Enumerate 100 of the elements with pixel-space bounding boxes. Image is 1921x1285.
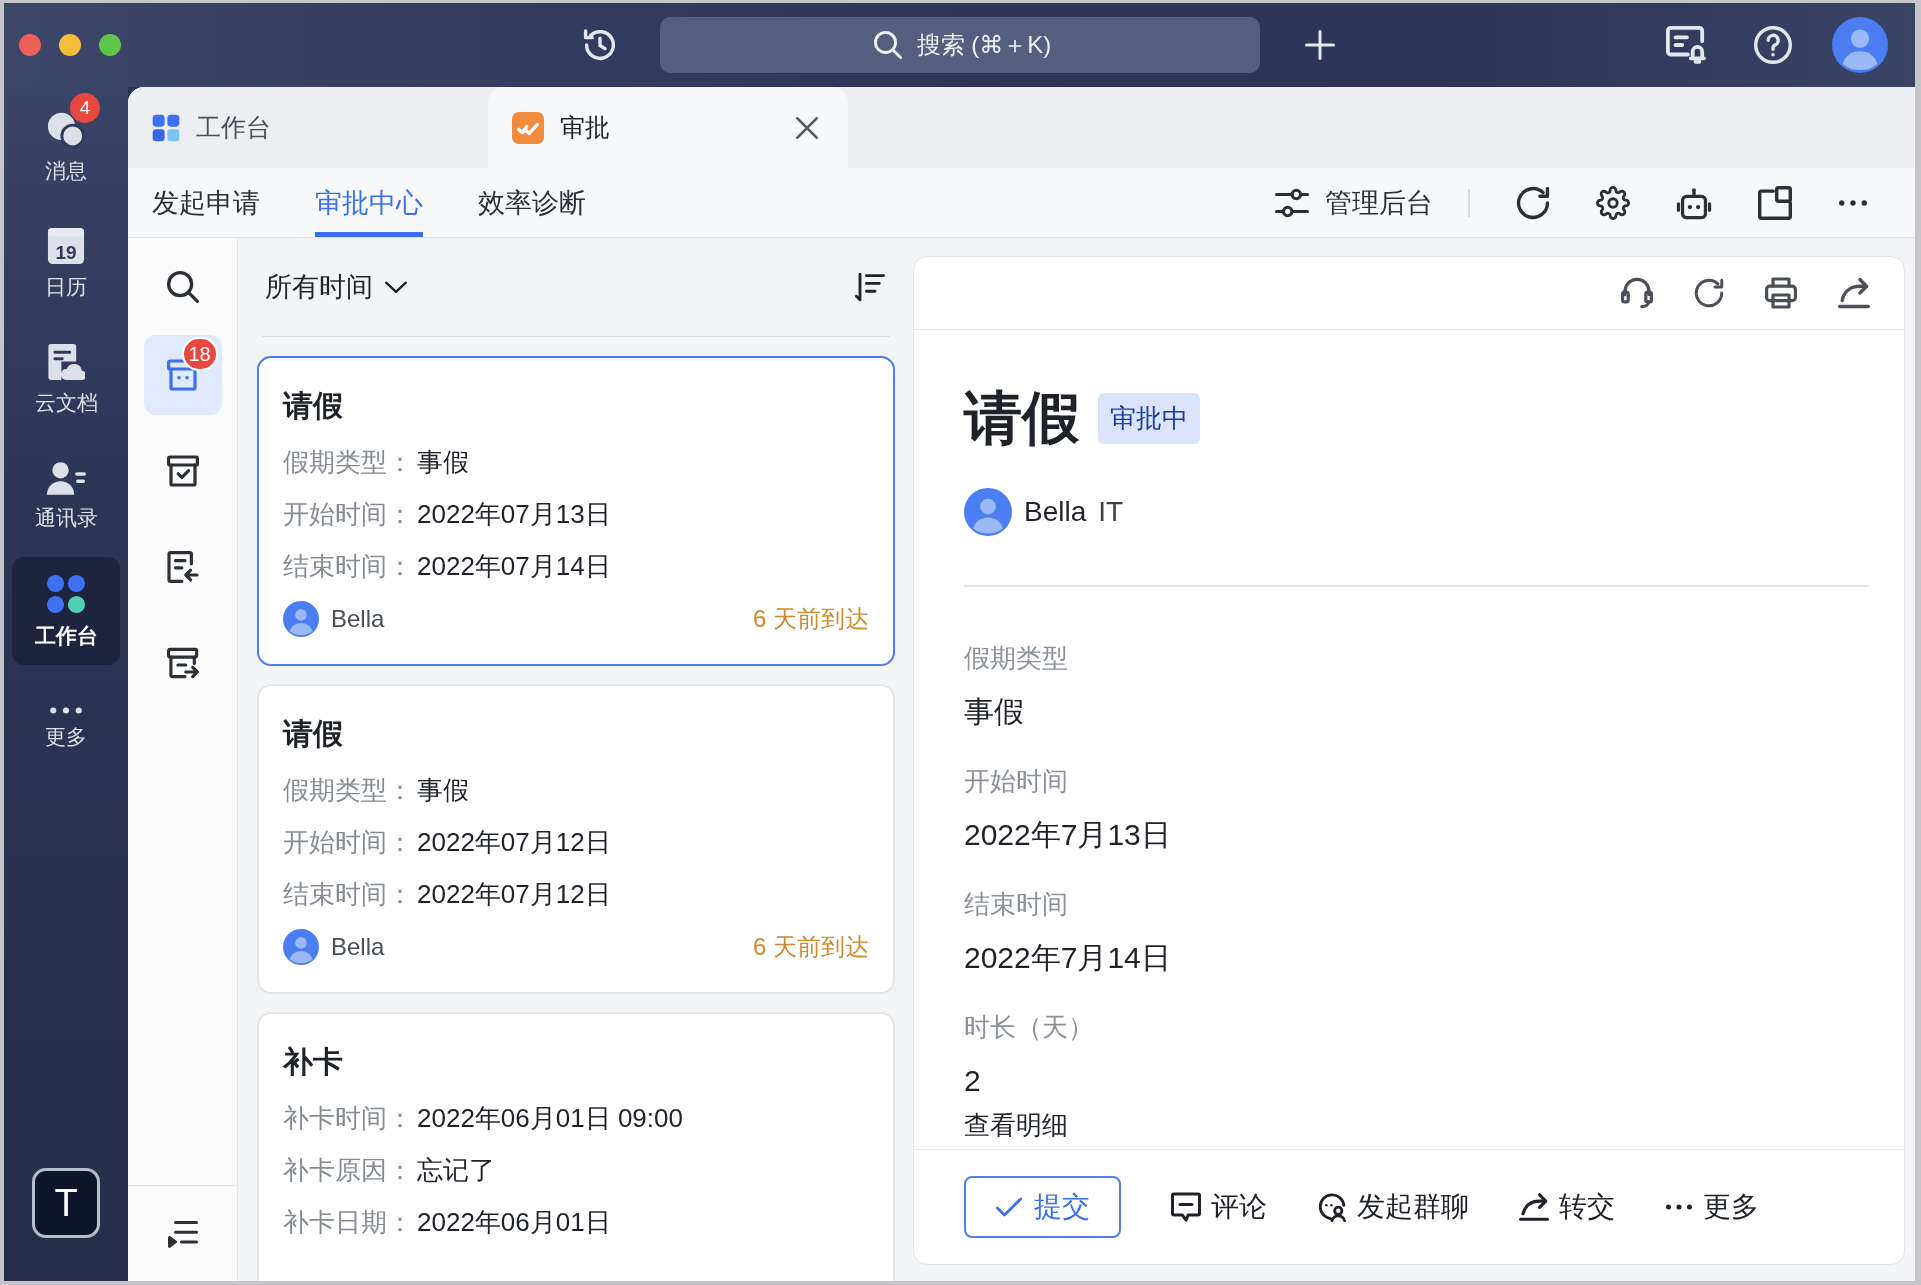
avatar-icon — [283, 601, 319, 637]
avatar-icon — [964, 488, 1012, 536]
bell-board-icon[interactable] — [1666, 25, 1706, 65]
document-arrow-icon — [166, 551, 199, 583]
field-label: 开始时间： — [283, 826, 413, 859]
sort-icon[interactable] — [855, 272, 885, 302]
history-icon[interactable] — [582, 27, 618, 63]
unread-count: 4 — [70, 93, 100, 123]
check-icon — [995, 1196, 1022, 1218]
maximize-window-button[interactable] — [99, 34, 121, 56]
field-value: 2022年7月14日 — [964, 940, 1171, 976]
close-icon[interactable] — [796, 116, 818, 139]
share-icon[interactable] — [1838, 277, 1870, 309]
chevron-down-icon — [385, 280, 407, 294]
field-label: 开始时间 — [964, 765, 1068, 798]
search-field[interactable]: 搜索 (⌘＋K) — [660, 17, 1260, 73]
field-value: 事假 — [417, 774, 469, 807]
refresh-icon[interactable] — [1694, 278, 1724, 308]
approval-card[interactable]: 补卡 补卡时间：2022年06月01日 09:00 补卡原因：忘记了 补卡日期：2022年06月01日 — [257, 1012, 895, 1281]
rail-item[interactable]: 云文档 — [12, 325, 120, 433]
field-label: 补卡日期： — [283, 1206, 413, 1239]
field-label: 时长（天） — [964, 1011, 1094, 1044]
field-value: 2022年07月12日 — [417, 878, 611, 911]
admin-console-button[interactable]: 管理后台 — [1275, 184, 1433, 221]
field-value: 2022年06月01日 09:00 — [417, 1102, 683, 1135]
field-value: 2022年07月13日 — [417, 498, 611, 531]
submitter-name: Bella — [331, 605, 385, 633]
field-label: 假期类型： — [283, 446, 413, 479]
nav-tab[interactable]: 发起申请 — [152, 168, 260, 237]
plus-icon[interactable] — [1305, 30, 1335, 60]
status-tag: 审批中 — [1098, 392, 1200, 444]
more-icon — [49, 705, 83, 715]
approval-card[interactable]: 请假 假期类型：事假 开始时间：2022年07月12日 结束时间：2022年07月12日 Bella 6 天前到达 — [257, 684, 895, 994]
arrival-time: 6 天前到达 — [753, 604, 869, 634]
search-icon — [874, 31, 902, 59]
contacts-icon — [46, 460, 86, 496]
app-tab[interactable]: 工作台 — [128, 87, 488, 168]
app-tab[interactable]: 审批 — [488, 87, 848, 168]
tenant-avatar[interactable]: T — [32, 1168, 100, 1238]
app-grid-icon — [46, 574, 86, 614]
applicant-name: Bella — [1024, 496, 1087, 528]
field-value: 事假 — [417, 446, 469, 479]
view-details-link[interactable]: 查看明细 — [964, 1108, 1068, 1142]
field-label: 补卡原因： — [283, 1154, 413, 1187]
printer-icon[interactable] — [1765, 277, 1797, 309]
arrival-time: 6 天前到达 — [753, 932, 869, 962]
box-arrow-icon — [166, 647, 199, 679]
field-label: 结束时间： — [283, 878, 413, 911]
field-label: 开始时间： — [283, 498, 413, 531]
comment-button[interactable]: 评论 — [1171, 1188, 1267, 1226]
field-label: 补卡时间： — [283, 1102, 413, 1135]
refresh-icon[interactable] — [1516, 185, 1550, 220]
field-value: 2022年7月13日 — [964, 817, 1171, 853]
archive-box-icon — [166, 359, 199, 391]
field-label: 结束时间 — [964, 888, 1068, 921]
field-label: 假期类型 — [964, 642, 1068, 675]
rail-item[interactable]: 19 日历 — [12, 209, 120, 317]
app-grid-icon — [152, 113, 180, 142]
split-window-icon[interactable] — [1758, 185, 1792, 220]
avatar-icon — [283, 929, 319, 965]
nav-tab[interactable]: 效率诊断 — [478, 168, 586, 237]
rail-item[interactable]: 通讯录 — [12, 441, 120, 549]
field-value: 2022年07月12日 — [417, 826, 611, 859]
rail-item[interactable]: 消息 4 — [12, 93, 120, 201]
settings-icon[interactable] — [1596, 185, 1630, 220]
help-icon[interactable] — [1754, 26, 1792, 64]
time-filter-dropdown[interactable]: 所有时间 — [265, 269, 407, 305]
approval-app-icon — [512, 111, 544, 144]
menu-icon[interactable] — [167, 1219, 198, 1248]
card-title: 请假 — [283, 388, 344, 424]
chat-person-icon — [1317, 1192, 1347, 1222]
transfer-button[interactable]: 转交 — [1519, 1188, 1615, 1226]
headset-icon[interactable] — [1621, 277, 1653, 309]
more-button[interactable]: 更多 — [1665, 1188, 1759, 1226]
more-icon — [1665, 1203, 1693, 1211]
calendar-icon: 19 — [47, 227, 85, 265]
field-value: 忘记了 — [417, 1154, 495, 1187]
field-label: 假期类型： — [283, 774, 413, 807]
approval-card[interactable]: 请假 假期类型：事假 开始时间：2022年07月13日 结束时间：2022年07月14日 Bella 6 天前到达 — [257, 356, 895, 666]
card-title: 请假 — [283, 716, 344, 752]
more-icon[interactable] — [1838, 198, 1868, 207]
applicant-department: IT — [1098, 496, 1124, 528]
user-avatar[interactable] — [1832, 17, 1888, 73]
search-icon[interactable] — [166, 271, 199, 303]
card-title: 补卡 — [283, 1044, 344, 1080]
rail-item[interactable]: 工作台 — [12, 557, 120, 665]
submit-button[interactable]: 提交 — [964, 1176, 1121, 1238]
cloud-document-icon — [47, 343, 85, 381]
field-value: 2 — [964, 1063, 981, 1099]
box-check-icon — [166, 455, 199, 487]
close-window-button[interactable] — [19, 34, 41, 56]
detail-title: 请假 — [964, 384, 1080, 452]
rail-item[interactable]: 更多 — [12, 673, 120, 781]
submitter-name: Bella — [331, 933, 385, 961]
group-chat-button[interactable]: 发起群聊 — [1317, 1188, 1469, 1226]
sidebar-button[interactable]: 18 — [143, 335, 222, 415]
unread-count: 18 — [181, 337, 218, 371]
minimize-window-button[interactable] — [59, 34, 81, 56]
field-value: 2022年06月01日 — [417, 1206, 611, 1239]
field-value: 事假 — [964, 694, 1024, 730]
